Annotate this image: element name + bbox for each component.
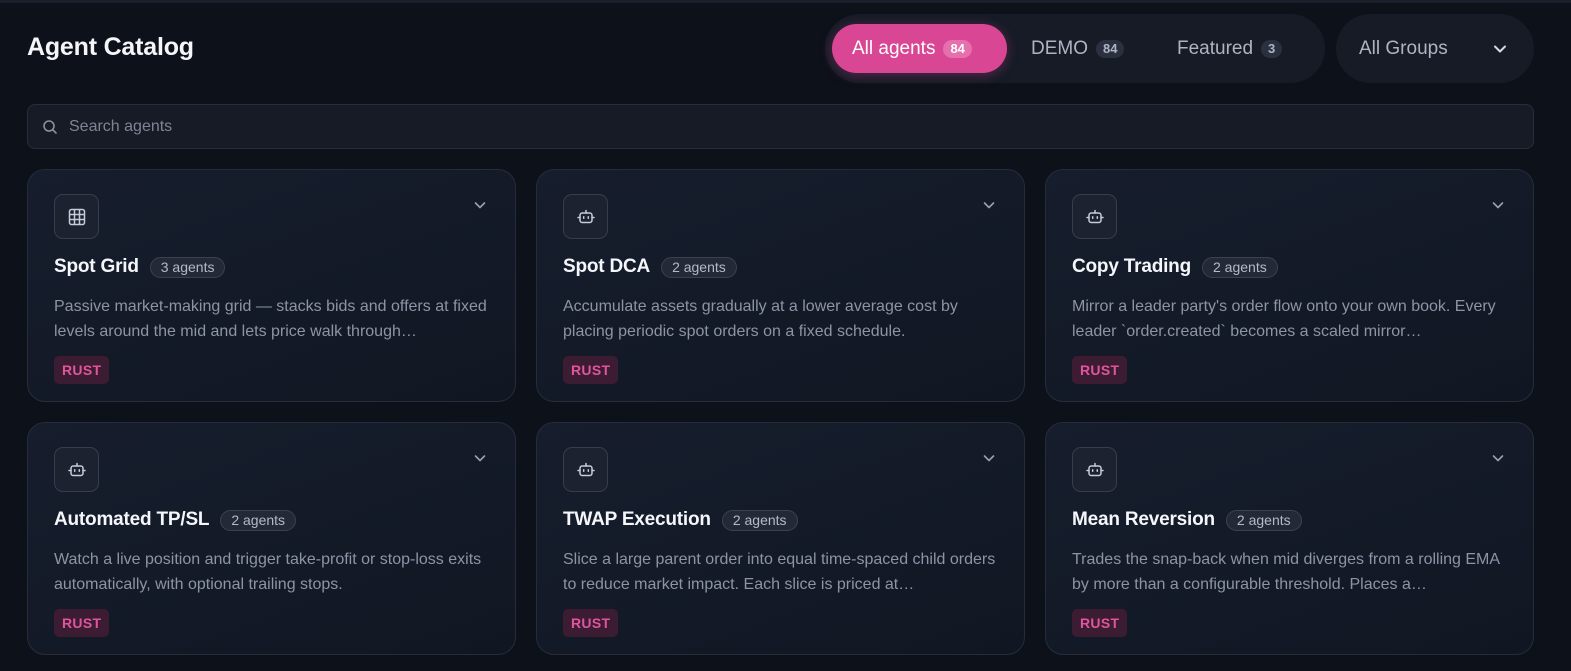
bot-icon — [67, 462, 86, 476]
card-icon-box — [1072, 194, 1117, 239]
top-divider — [0, 0, 1571, 3]
chevron-down-icon[interactable] — [982, 198, 996, 212]
card-title: Mean Reversion — [1072, 509, 1215, 530]
card-header: Spot DCA 2 agents — [563, 256, 737, 278]
groups-dropdown[interactable]: All Groups — [1336, 14, 1534, 83]
card-title: Spot DCA — [563, 256, 651, 277]
card-description: Passive market-making grid — stacks bids… — [54, 298, 487, 340]
card-icon-box — [563, 447, 608, 492]
card-icon-box — [54, 194, 99, 239]
card-description: Mirror a leader party's order flow onto … — [1072, 298, 1496, 340]
page-title: Agent Catalog — [27, 33, 194, 61]
agent-count-badge: 2 agents — [661, 256, 737, 278]
tab-demo[interactable]: DEMO 84 — [1015, 24, 1150, 73]
card-description: Slice a large parent order into equal ti… — [563, 551, 996, 593]
card-title: Copy Trading — [1072, 256, 1191, 277]
chevron-down-icon[interactable] — [1491, 451, 1505, 465]
agent-card-twap-execution[interactable]: TWAP Execution 2 agents Slice a large pa… — [536, 422, 1025, 655]
count-badge: 84 — [943, 39, 972, 58]
grid-icon — [68, 208, 85, 225]
card-header: TWAP Execution 2 agents — [563, 509, 798, 531]
card-header: Spot Grid 3 agents — [54, 256, 226, 278]
card-header: Copy Trading 2 agents — [1072, 256, 1278, 278]
card-header: Automated TP/SL 2 agents — [54, 509, 297, 531]
tab-all-agents[interactable]: All agents 84 — [832, 24, 1007, 73]
search-input[interactable] — [69, 117, 1469, 136]
card-header: Mean Reversion 2 agents — [1072, 509, 1302, 531]
agent-count-badge: 2 agents — [1202, 256, 1278, 278]
count-badge: 3 — [1261, 39, 1283, 58]
agent-card-spot-grid[interactable]: Spot Grid 3 agents Passive market-making… — [27, 169, 516, 402]
groups-dropdown-value: All Groups — [1359, 37, 1448, 59]
count-badge: 84 — [1096, 39, 1125, 58]
agent-count-badge: 2 agents — [220, 509, 297, 531]
card-icon-box — [54, 447, 99, 492]
language-badge: RUST — [54, 609, 110, 637]
chevron-down-icon[interactable] — [473, 198, 487, 212]
bot-icon — [576, 462, 595, 476]
bot-icon — [1085, 209, 1104, 223]
chevron-down-icon — [1494, 45, 1506, 53]
agent-count-badge: 2 agents — [1225, 509, 1302, 531]
chevron-down-icon[interactable] — [473, 451, 487, 465]
tab-label: Featured — [1177, 37, 1254, 59]
card-title: Automated TP/SL — [54, 509, 210, 530]
language-badge: RUST — [1072, 609, 1128, 637]
agent-count-badge: 2 agents — [721, 509, 798, 531]
card-title: Spot Grid — [54, 256, 139, 277]
bot-icon — [576, 209, 595, 223]
card-description: Watch a live position and trigger take-p… — [54, 551, 482, 593]
chevron-down-icon[interactable] — [1491, 198, 1505, 212]
language-badge: RUST — [1072, 356, 1128, 384]
agent-card-copy-trading[interactable]: Copy Trading 2 agents Mirror a leader pa… — [1045, 169, 1534, 402]
tab-label: DEMO — [1031, 37, 1088, 59]
search-icon — [43, 119, 57, 134]
agent-card-spot-dca[interactable]: Spot DCA 2 agents Accumulate assets grad… — [536, 169, 1025, 402]
card-description: Accumulate assets gradually at a lower a… — [563, 298, 958, 340]
filter-tabs: All agents 84 DEMO 84 Featured 3 — [825, 14, 1325, 83]
language-badge: RUST — [54, 356, 110, 384]
tab-label: All agents — [852, 37, 936, 59]
chevron-down-icon[interactable] — [982, 451, 996, 465]
card-description: Trades the snap-back when mid diverges f… — [1072, 551, 1500, 593]
card-title: TWAP Execution — [563, 509, 711, 530]
language-badge: RUST — [563, 609, 619, 637]
agent-card-mean-reversion[interactable]: Mean Reversion 2 agents Trades the snap-… — [1045, 422, 1534, 655]
agent-count-badge: 3 agents — [149, 256, 226, 278]
card-icon-box — [1072, 447, 1117, 492]
tab-featured[interactable]: Featured 3 — [1160, 24, 1315, 73]
language-badge: RUST — [563, 356, 619, 384]
card-icon-box — [563, 194, 608, 239]
search-bar — [27, 104, 1534, 149]
bot-icon — [1085, 462, 1104, 476]
agent-card-automated-tp-sl[interactable]: Automated TP/SL 2 agents Watch a live po… — [27, 422, 516, 655]
